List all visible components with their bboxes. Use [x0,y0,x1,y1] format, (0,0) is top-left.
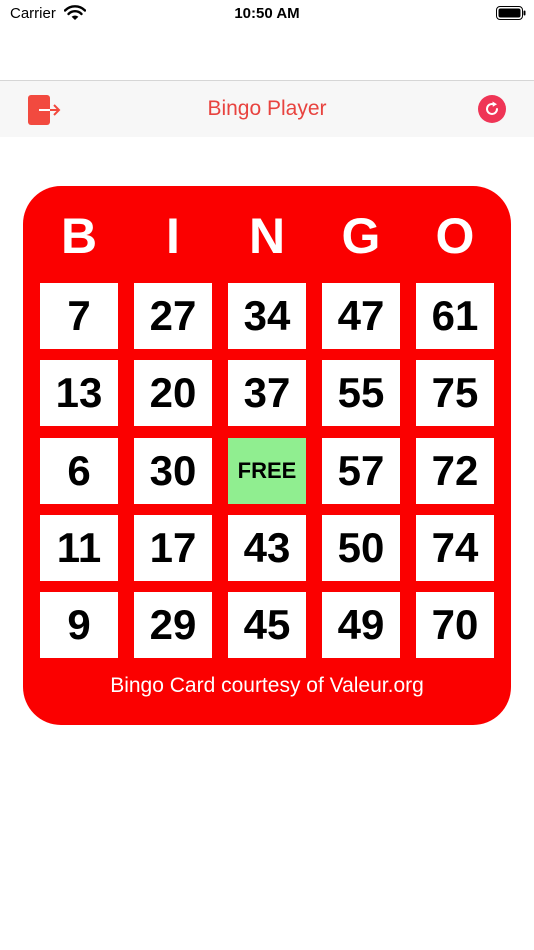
bingo-cell[interactable]: 72 [416,438,494,504]
bingo-cell[interactable]: 29 [134,592,212,658]
free-space-cell[interactable]: FREE [228,438,306,504]
bingo-cell[interactable]: 75 [416,360,494,426]
bingo-cell[interactable]: 7 [40,283,118,349]
bingo-cell[interactable]: 47 [322,283,400,349]
bingo-cell[interactable]: 20 [134,360,212,426]
bingo-cell[interactable]: 17 [134,515,212,581]
bingo-player-screen: Carrier 10:50 AM Bingo Player B I N G O … [0,0,534,950]
status-bar: Carrier 10:50 AM [0,0,534,28]
column-letter-n: N [248,208,286,264]
bingo-cell[interactable]: 70 [416,592,494,658]
column-letter-g: G [341,208,381,264]
column-letter-i: I [166,208,180,264]
bingo-cell[interactable]: 11 [40,515,118,581]
column-letter-b: B [60,208,98,264]
bingo-cell[interactable]: 37 [228,360,306,426]
bingo-cell[interactable]: 74 [416,515,494,581]
bingo-cell[interactable]: 6 [40,438,118,504]
bingo-cell[interactable]: 55 [322,360,400,426]
refresh-icon [478,95,506,123]
navigation-bar: Bingo Player [0,80,534,137]
bingo-cell[interactable]: 57 [322,438,400,504]
battery-icon [496,6,526,20]
bingo-header: B I N G O [23,186,511,286]
bingo-cell[interactable]: 30 [134,438,212,504]
bingo-cell[interactable]: 49 [322,592,400,658]
page-title: Bingo Player [207,97,327,120]
column-letter-o: O [435,208,475,264]
card-footer-credit: Bingo Card courtesy of Valeur.org [110,674,424,697]
bingo-cell[interactable]: 34 [228,283,306,349]
bingo-cell[interactable]: 45 [228,592,306,658]
bingo-cell[interactable]: 50 [322,515,400,581]
clock: 10:50 AM [234,5,300,22]
bingo-card: B I N G O 7 27 34 47 61 13 20 37 55 75 6… [23,186,511,725]
refresh-button[interactable] [478,95,506,123]
bingo-cell[interactable]: 9 [40,592,118,658]
bingo-cell[interactable]: 13 [40,360,118,426]
bingo-cell[interactable]: 43 [228,515,306,581]
bingo-cell[interactable]: 61 [416,283,494,349]
bingo-cell[interactable]: 27 [134,283,212,349]
